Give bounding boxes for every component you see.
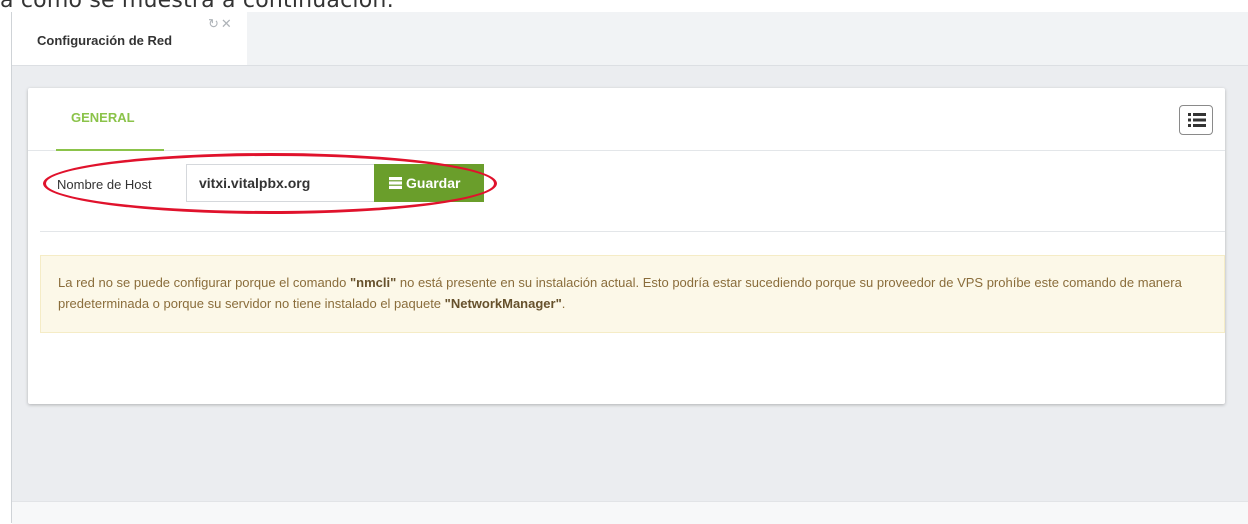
alert-package: "NetworkManager" [444, 296, 562, 311]
refresh-icon[interactable]: ↻ [208, 16, 219, 32]
hostname-input[interactable] [186, 164, 374, 202]
tab-general[interactable]: GENERAL [56, 88, 164, 151]
panel-tab-strip: GENERAL [28, 88, 1225, 151]
tab-actions: ↻ ✕ [208, 16, 234, 32]
save-button-label: Guardar [406, 175, 461, 191]
footer-strip [12, 501, 1248, 524]
server-icon [389, 177, 402, 189]
tab-general-label: GENERAL [71, 110, 135, 125]
warning-alert: La red no se puede configurar porque el … [40, 255, 1225, 333]
app-frame: Configuración de Red ↻ ✕ GENERAL Nombre … [11, 12, 1248, 524]
list-icon [1188, 113, 1206, 127]
menu-button[interactable] [1179, 105, 1213, 135]
tab-label: Configuración de Red [37, 33, 173, 48]
hostname-row: Nombre de Host Guardar [28, 150, 1225, 230]
alert-text-1: La red no se puede configurar porque el … [58, 275, 350, 290]
save-button[interactable]: Guardar [374, 164, 484, 202]
alert-text-3: . [561, 296, 566, 311]
close-icon[interactable]: ✕ [221, 16, 232, 32]
tab-network-config[interactable]: Configuración de Red ↻ ✕ [12, 12, 247, 65]
tab-bar: Configuración de Red ↻ ✕ [12, 12, 1248, 66]
hostname-label: Nombre de Host [57, 177, 152, 192]
config-panel: GENERAL Nombre de Host vitxi.vitalpbx.or… [28, 88, 1225, 404]
alert-command: "nmcli" [349, 275, 397, 290]
divider [40, 231, 1225, 232]
